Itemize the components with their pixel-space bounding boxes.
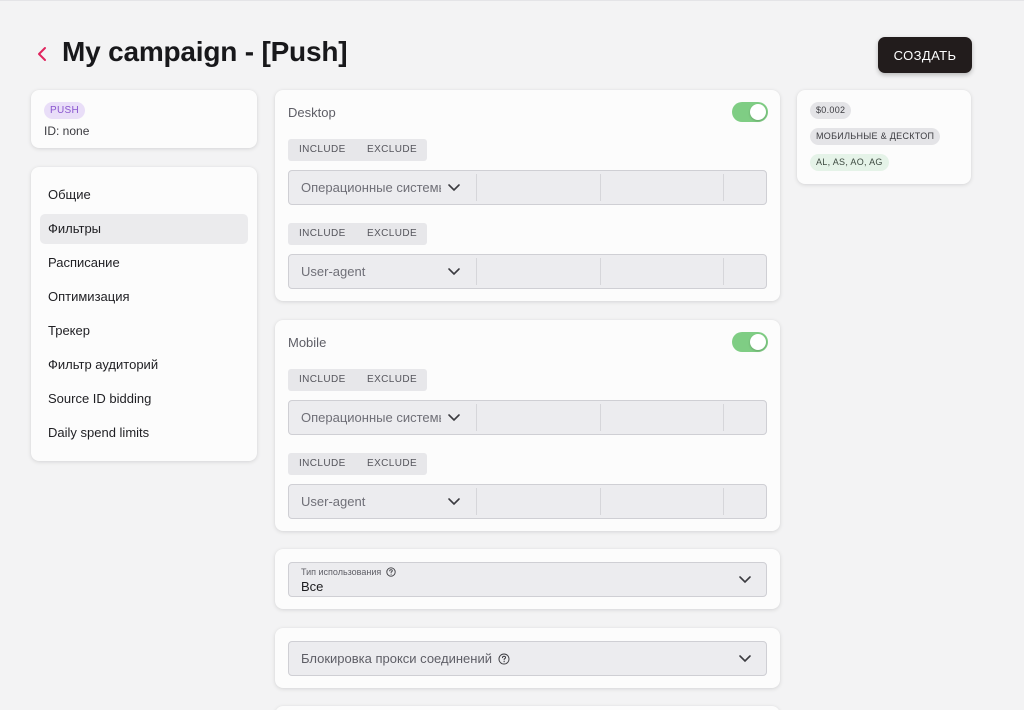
nav-item-tracker[interactable]: Трекер [40,316,248,346]
mobile-ua-include-exclude: INCLUDE EXCLUDE [288,453,427,475]
usage-type-label: Тип использования [301,567,382,577]
desktop-ua-include-exclude: INCLUDE EXCLUDE [288,223,427,245]
include-button[interactable]: INCLUDE [288,369,357,391]
include-button[interactable]: INCLUDE [288,139,357,161]
ua-value-input[interactable] [601,485,723,518]
ua-value-input[interactable] [477,255,600,288]
create-button[interactable]: СОЗДАТЬ [878,37,972,73]
chevron-down-icon [739,576,751,584]
mobile-os-filter: Операционные системы [288,400,767,435]
nav-item-optimization[interactable]: Оптимизация [40,282,248,312]
proxy-block-select[interactable]: Блокировка прокси соединений [288,641,767,676]
settings-nav: Общие Фильтры Расписание Оптимизация Тре… [31,167,257,461]
device-badge: МОБИЛЬНЫЕ & ДЕСКТОП [810,128,941,145]
exclude-button[interactable]: EXCLUDE [357,453,417,475]
geo-badge: AL, AS, AO, AG [810,154,889,171]
nav-item-schedule[interactable]: Расписание [40,248,248,278]
chevron-down-icon [448,184,460,192]
os-value-input[interactable] [477,171,600,204]
os-value-input[interactable] [477,401,600,434]
usage-type-section: Тип использования Все [275,549,780,609]
campaign-info-card: PUSH ID: none [31,90,257,148]
desktop-title: Desktop [288,105,336,120]
desktop-ua-filter: User-agent [288,254,767,289]
exclude-button[interactable]: EXCLUDE [357,369,417,391]
mobile-toggle[interactable] [732,332,768,352]
chevron-left-icon [38,47,46,61]
proxy-block-section: Блокировка прокси соединений [275,628,780,688]
mobile-os-include-exclude: INCLUDE EXCLUDE [288,369,427,391]
back-button[interactable] [32,42,52,66]
ua-value-input[interactable] [724,485,766,518]
usage-type-select[interactable]: Тип использования Все [288,562,767,597]
next-section-card [275,706,780,710]
mobile-section: Mobile INCLUDE EXCLUDE Операционные сист… [275,320,780,531]
mobile-title: Mobile [288,335,327,350]
mobile-ua-filter: User-agent [288,484,767,519]
price-badge: $0.002 [810,102,852,119]
exclude-button[interactable]: EXCLUDE [357,139,417,161]
ua-value-input[interactable] [477,485,600,518]
nav-item-daily-spend-limits[interactable]: Daily spend limits [40,418,248,448]
chevron-down-icon [739,655,751,663]
toggle-knob [750,104,766,120]
desktop-section: Desktop INCLUDE EXCLUDE Операционные сис… [275,90,780,301]
page-title: My campaign - [Push] [62,36,348,67]
os-value-input[interactable] [724,401,766,434]
top-divider [0,0,1024,1]
chevron-down-icon [448,414,460,422]
ua-value-input[interactable] [601,255,723,288]
os-value-input[interactable] [601,401,723,434]
help-icon[interactable] [386,567,396,577]
desktop-os-include-exclude: INCLUDE EXCLUDE [288,139,427,161]
os-value-input[interactable] [724,171,766,204]
toggle-knob [750,334,766,350]
chevron-down-icon [448,268,460,276]
chevron-down-icon [448,498,460,506]
os-value-input[interactable] [601,171,723,204]
desktop-os-filter: Операционные системы [288,170,767,205]
campaign-id: ID: none [44,124,90,138]
usage-type-value: Все [301,579,324,594]
campaign-type-badge: PUSH [44,102,85,119]
proxy-block-placeholder: Блокировка прокси соединений [301,651,492,666]
help-icon[interactable] [498,652,510,665]
include-button[interactable]: INCLUDE [288,223,357,245]
exclude-button[interactable]: EXCLUDE [357,223,417,245]
nav-item-source-id-bidding[interactable]: Source ID bidding [40,384,248,414]
nav-item-general[interactable]: Общие [40,180,248,210]
campaign-summary-card: $0.002 МОБИЛЬНЫЕ & ДЕСКТОП AL, AS, AO, A… [797,90,971,184]
include-button[interactable]: INCLUDE [288,453,357,475]
nav-item-filters[interactable]: Фильтры [40,214,248,244]
ua-value-input[interactable] [724,255,766,288]
desktop-toggle[interactable] [732,102,768,122]
nav-item-audience-filter[interactable]: Фильтр аудиторий [40,350,248,380]
